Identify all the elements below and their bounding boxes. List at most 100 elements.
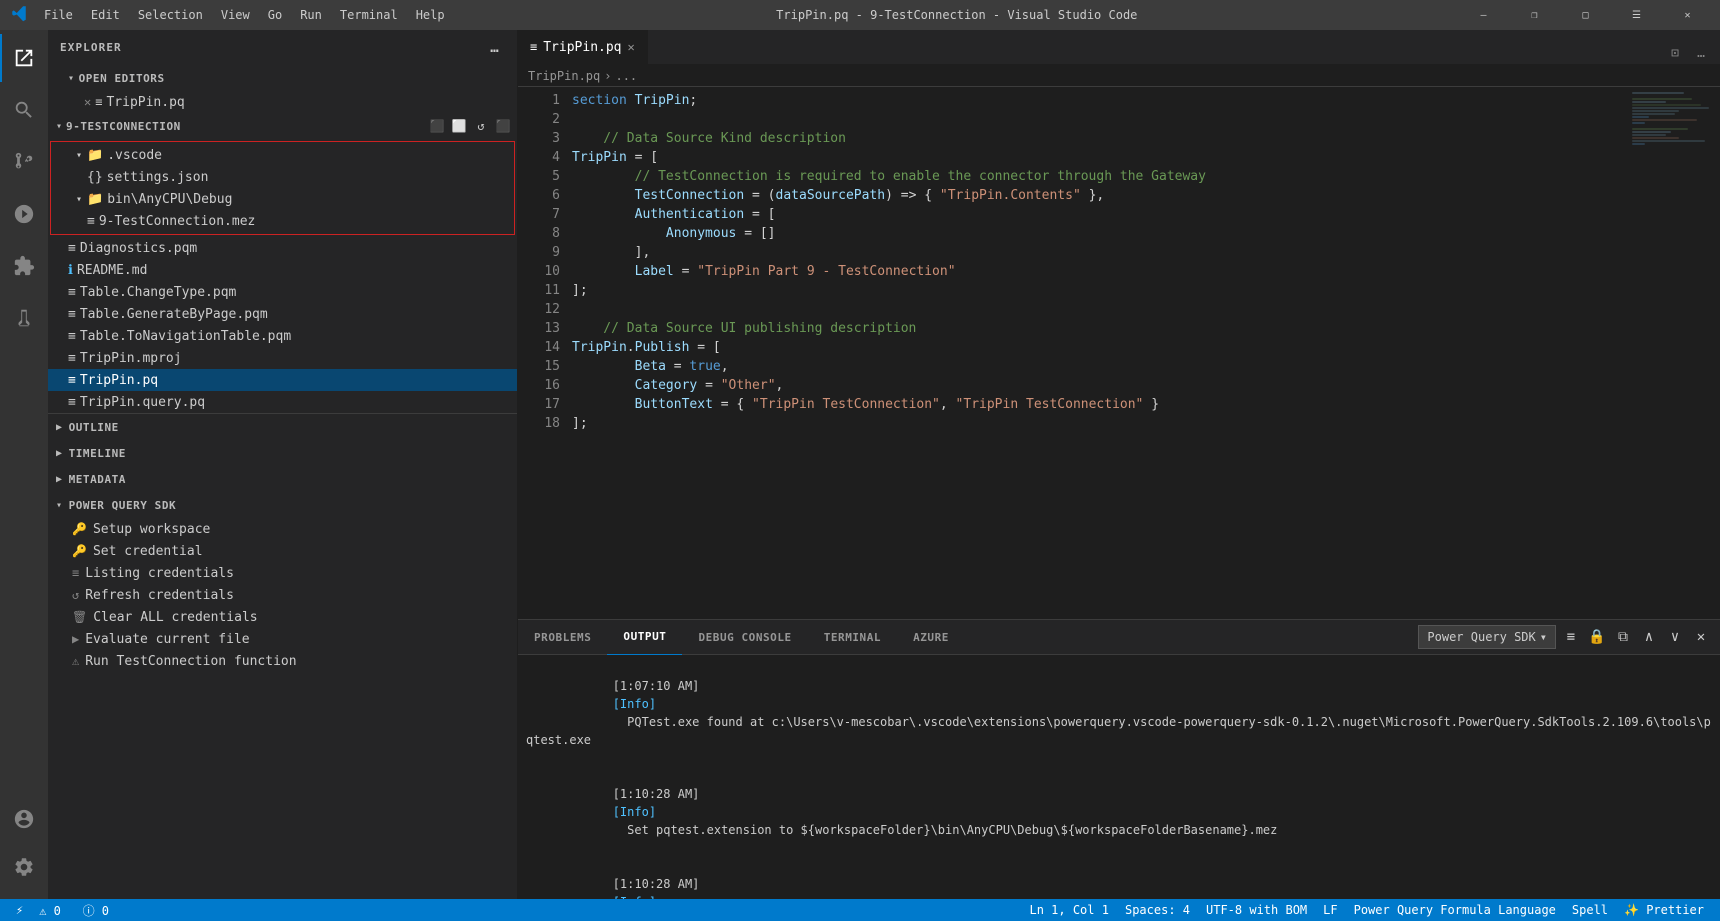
log-line-1: [1:10:28 AM] [Info] Set pqtest.extension… <box>526 767 1712 857</box>
vscode-logo <box>10 4 28 27</box>
close-file-icon[interactable]: ✕ <box>84 95 91 109</box>
menu-run[interactable]: Run <box>292 6 330 24</box>
tree-settings-json[interactable]: {} settings.json <box>51 166 514 188</box>
split-editor-btn[interactable]: ⊡ <box>1664 42 1686 64</box>
panel-up-btn[interactable]: ∧ <box>1638 626 1660 648</box>
pq-run-test[interactable]: ⚠ Run TestConnection function <box>48 650 517 672</box>
panel-tab-terminal[interactable]: TERMINAL <box>808 620 897 655</box>
sidebar-header-icons: … <box>485 38 505 58</box>
activity-extensions[interactable] <box>0 242 48 290</box>
close-button[interactable]: ✕ <box>1665 0 1710 30</box>
code-editor[interactable]: 12345 678910 1112131415 161718 section T… <box>518 87 1720 619</box>
status-position[interactable]: Ln 1, Col 1 <box>1021 899 1116 921</box>
collapse-all-btn[interactable]: ⬛ <box>493 116 513 136</box>
split-button[interactable]: ☰ <box>1614 0 1659 30</box>
refresh-explorer-btn[interactable]: ↺ <box>471 116 491 136</box>
panel-tab-problems[interactable]: PROBLEMS <box>518 620 607 655</box>
menu-terminal[interactable]: Terminal <box>332 6 406 24</box>
menu-view[interactable]: View <box>213 6 258 24</box>
activity-source-control[interactable] <box>0 138 48 186</box>
copy-output-btn[interactable]: ⧉ <box>1612 626 1634 648</box>
panel-tab-azure[interactable]: AZURE <box>897 620 965 655</box>
open-editors-header[interactable]: ▾ OPEN EDITORS <box>48 65 517 91</box>
new-file-project-btn[interactable]: ⬛ <box>427 116 447 136</box>
menu-help[interactable]: Help <box>408 6 453 24</box>
menu-edit[interactable]: Edit <box>83 6 128 24</box>
activity-search[interactable] <box>0 86 48 134</box>
activity-run[interactable] <box>0 190 48 238</box>
minimap <box>1630 87 1720 619</box>
project-header[interactable]: ▾ 9-TESTCONNECTION <box>56 120 181 133</box>
tree-mez-file[interactable]: ≡ 9-TestConnection.mez <box>51 210 514 232</box>
eval-icon: ▶ <box>72 632 79 646</box>
panel-down-btn[interactable]: ∨ <box>1664 626 1686 648</box>
close-panel-btn[interactable]: ✕ <box>1690 626 1712 648</box>
tree-trippin-mproj[interactable]: ≡ TripPin.mproj <box>48 347 517 369</box>
new-file-button[interactable]: … <box>485 38 505 58</box>
new-folder-btn[interactable]: ⬜ <box>449 116 469 136</box>
status-spaces[interactable]: Spaces: 4 <box>1117 899 1198 921</box>
activity-test[interactable] <box>0 294 48 342</box>
tree-table-tonavigation[interactable]: ≡ Table.ToNavigationTable.pqm <box>48 325 517 347</box>
maximize-button[interactable]: □ <box>1563 0 1608 30</box>
more-actions-btn[interactable]: … <box>1690 42 1712 64</box>
filter-output-btn[interactable]: ≡ <box>1560 626 1582 648</box>
output-source-dropdown[interactable]: Power Query SDK ▾ <box>1418 625 1556 649</box>
lock-output-btn[interactable]: 🔒 <box>1586 626 1608 648</box>
status-prettier[interactable]: ✨ Prettier <box>1616 899 1712 921</box>
activity-settings[interactable] <box>0 843 48 891</box>
tab-close-btn[interactable]: ✕ <box>628 40 635 54</box>
pq-listing-credentials[interactable]: ≡ Listing credentials <box>48 562 517 584</box>
menu-file[interactable]: File <box>36 6 81 24</box>
status-spell[interactable]: Spell <box>1564 899 1616 921</box>
breadcrumb-more[interactable]: ... <box>615 69 637 83</box>
breadcrumb-file[interactable]: TripPin.pq <box>528 69 600 83</box>
pq-refresh-credentials[interactable]: ↺ Refresh credentials <box>48 584 517 606</box>
metadata-header[interactable]: ▶ METADATA <box>48 466 517 492</box>
tree-diagnostics[interactable]: ≡ Diagnostics.pqm <box>48 237 517 259</box>
activity-accounts[interactable] <box>0 795 48 843</box>
open-file-trippin[interactable]: ✕ ≡ TripPin.pq <box>48 91 517 113</box>
code-line-17: ButtonText = { "TripPin TestConnection",… <box>568 395 1630 414</box>
errors-text: ⚠ 0 ⓘ 0 <box>39 902 109 919</box>
code-content[interactable]: section TripPin; // Data Source Kind des… <box>568 87 1630 619</box>
restore-button[interactable]: ❒ <box>1512 0 1557 30</box>
tab-trippin-pq[interactable]: ≡ TripPin.pq ✕ <box>518 30 648 64</box>
pq-setup-workspace[interactable]: 🔑 Setup workspace <box>48 518 517 540</box>
status-errors[interactable]: ⚠ 0 ⓘ 0 <box>31 899 117 921</box>
status-encoding[interactable]: UTF-8 with BOM <box>1198 899 1315 921</box>
code-line-13: // Data Source UI publishing description <box>568 319 1630 338</box>
status-language[interactable]: Power Query Formula Language <box>1346 899 1564 921</box>
pq-set-credential[interactable]: 🔑 Set credential <box>48 540 517 562</box>
menu-go[interactable]: Go <box>260 6 290 24</box>
diagnostics-label: Diagnostics.pqm <box>80 241 197 256</box>
pq-icon: ≡ <box>68 373 76 388</box>
status-branch[interactable]: ⚡ <box>8 899 31 921</box>
clear-cred-label: Clear ALL credentials <box>93 610 257 625</box>
pq-evaluate[interactable]: ▶ Evaluate current file <box>48 628 517 650</box>
highlighted-group: ▾ 📁 .vscode {} settings.json ▾ 📁 bin\Any… <box>50 141 515 235</box>
tree-trippin-pq[interactable]: ≡ TripPin.pq <box>48 369 517 391</box>
panel-tab-debug[interactable]: DEBUG CONSOLE <box>682 620 807 655</box>
pq-clear-credentials[interactable]: 🗑 Clear ALL credentials <box>48 606 517 628</box>
status-eol[interactable]: LF <box>1315 899 1345 921</box>
minimize-button[interactable]: — <box>1461 0 1506 30</box>
tree-trippin-query[interactable]: ≡ TripPin.query.pq <box>48 391 517 413</box>
outline-header[interactable]: ▶ OUTLINE <box>48 414 517 440</box>
code-line-2 <box>568 110 1630 129</box>
panel-tab-output[interactable]: OUTPUT <box>607 620 682 655</box>
tree-readme[interactable]: ℹ README.md <box>48 259 517 281</box>
tc-label: Table.ChangeType.pqm <box>80 285 237 300</box>
power-query-sdk-header[interactable]: ▾ POWER QUERY SDK <box>48 492 517 518</box>
activity-explorer[interactable] <box>0 34 48 82</box>
sidebar-header: EXPLORER … <box>48 30 517 65</box>
tree-bin-folder[interactable]: ▾ 📁 bin\AnyCPU\Debug <box>51 188 514 210</box>
tab-bar: ≡ TripPin.pq ✕ ⊡ … <box>518 30 1720 65</box>
tree-table-changetype[interactable]: ≡ Table.ChangeType.pqm <box>48 281 517 303</box>
menu-selection[interactable]: Selection <box>130 6 211 24</box>
run-test-label: Run TestConnection function <box>85 654 296 669</box>
tree-vscode-folder[interactable]: ▾ 📁 .vscode <box>51 144 514 166</box>
timeline-header[interactable]: ▶ TIMELINE <box>48 440 517 466</box>
tree-table-generatebypage[interactable]: ≡ Table.GenerateByPage.pqm <box>48 303 517 325</box>
title-bar: File Edit Selection View Go Run Terminal… <box>0 0 1720 30</box>
